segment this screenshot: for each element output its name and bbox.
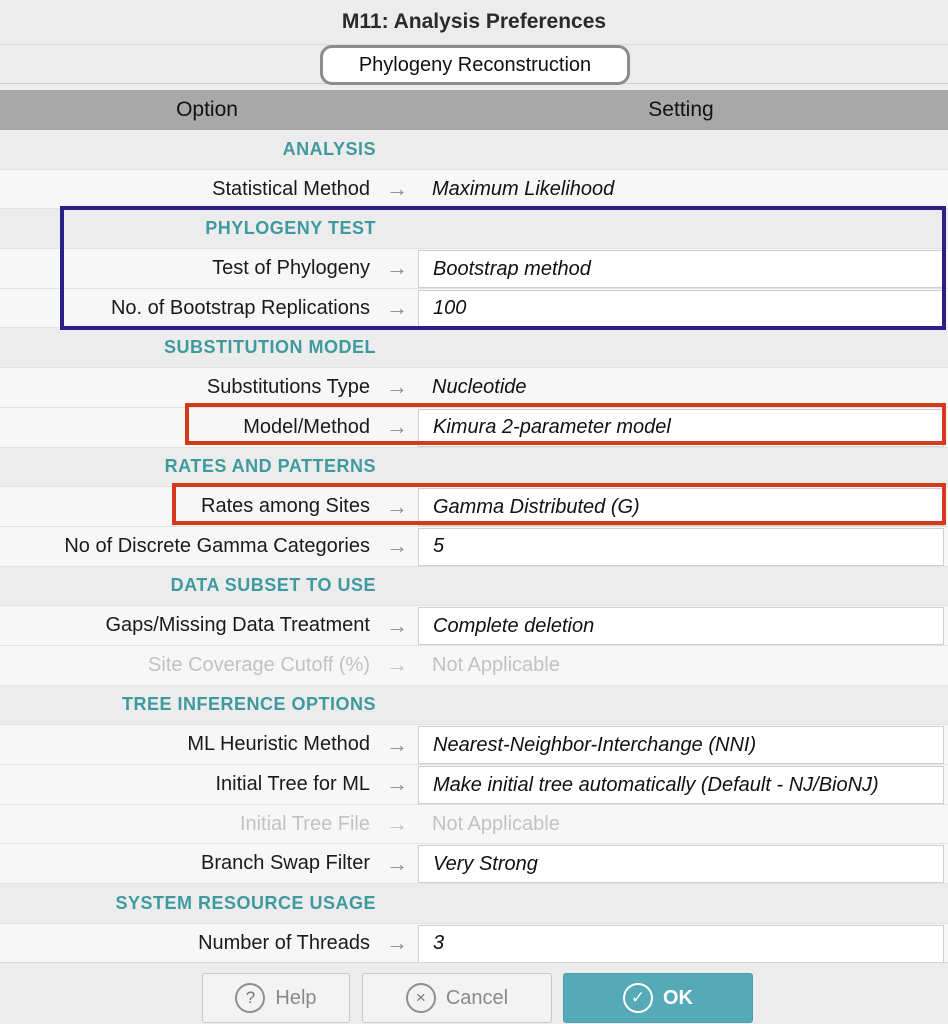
arrow-right-icon: →	[386, 176, 408, 202]
option-label: Model/Method	[243, 415, 370, 438]
section-label: ANALYSIS	[282, 138, 376, 159]
site-coverage-cutoff-value: Not Applicable	[432, 653, 560, 676]
row-test-of-phylogeny: Test of Phylogeny → Bootstrap method	[0, 249, 948, 289]
check-icon: ✓	[623, 983, 653, 1013]
option-label: Statistical Method	[212, 177, 370, 200]
number-of-threads-input[interactable]: 3	[418, 924, 944, 963]
arrow-right-icon: →	[386, 612, 408, 638]
arrow-right-icon: →	[386, 731, 408, 757]
cancel-button[interactable]: × Cancel	[362, 973, 552, 1023]
arrow-right-icon: →	[386, 414, 408, 440]
section-rates-and-patterns: RATES AND PATTERNS	[0, 447, 948, 488]
option-label: Branch Swap Filter	[201, 852, 370, 875]
substitutions-type-value: Nucleotide	[432, 375, 527, 398]
tab-strip: Phylogeny Reconstruction	[0, 44, 948, 90]
cancel-button-label: Cancel	[445, 986, 509, 1009]
row-rates-among-sites: Rates among Sites → Gamma Distributed (G…	[0, 487, 948, 527]
option-label: Gaps/Missing Data Treatment	[105, 614, 370, 637]
option-label: ML Heuristic Method	[187, 733, 370, 756]
section-system-resource-usage: SYSTEM RESOURCE USAGE	[0, 884, 948, 924]
bootstrap-replications-input[interactable]: 100	[418, 289, 944, 328]
arrow-right-icon: →	[386, 771, 408, 797]
dialog-footer: ? Help × Cancel ✓ OK	[0, 962, 948, 1024]
arrow-right-icon: →	[386, 533, 408, 559]
row-gaps-missing-data: Gaps/Missing Data Treatment → Complete d…	[0, 606, 948, 646]
row-model-method: Model/Method → Kimura 2-parameter model	[0, 407, 948, 448]
row-number-of-threads: Number of Threads → 3	[0, 923, 948, 964]
rates-among-sites-select[interactable]: Gamma Distributed (G)	[418, 488, 944, 527]
close-icon: ×	[405, 983, 436, 1013]
row-site-coverage-cutoff: Site Coverage Cutoff (%) → Not Applicabl…	[0, 645, 948, 686]
row-bootstrap-replications: No. of Bootstrap Replications → 100	[0, 288, 948, 329]
initial-tree-file-value: Not Applicable	[432, 812, 560, 835]
setting-column-header: Setting	[648, 98, 714, 121]
section-label: SYSTEM RESOURCE USAGE	[115, 892, 376, 913]
preferences-grid: ANALYSIS Statistical Method → Maximum Li…	[0, 130, 948, 964]
row-gamma-categories: No of Discrete Gamma Categories → 5	[0, 526, 948, 567]
option-column-header: Option	[176, 98, 238, 121]
model-method-select[interactable]: Kimura 2-parameter model	[418, 408, 944, 447]
section-phylogeny-test: PHYLOGENY TEST	[0, 209, 948, 250]
gaps-missing-data-select[interactable]: Complete deletion	[418, 607, 944, 646]
help-button-label: Help	[275, 986, 317, 1009]
row-initial-tree-file: Initial Tree File → Not Applicable	[0, 804, 948, 845]
option-label: No. of Bootstrap Replications	[110, 296, 370, 319]
arrow-right-icon: →	[386, 374, 408, 400]
row-ml-heuristic-method: ML Heuristic Method → Nearest-Neighbor-I…	[0, 725, 948, 765]
branch-swap-filter-select[interactable]: Very Strong	[418, 845, 944, 884]
section-label: RATES AND PATTERNS	[164, 456, 376, 477]
row-initial-tree-for-ml: Initial Tree for ML → Make initial tree …	[0, 765, 948, 805]
section-substitution-model: SUBSTITUTION MODEL	[0, 328, 948, 369]
statistical-method-value: Maximum Likelihood	[432, 177, 615, 200]
section-label: PHYLOGENY TEST	[205, 218, 376, 239]
arrow-right-icon: →	[386, 930, 408, 956]
option-label: Initial Tree File	[239, 812, 370, 835]
ok-button-label: OK	[663, 986, 693, 1009]
arrow-right-icon: →	[386, 493, 408, 519]
initial-tree-for-ml-select[interactable]: Make initial tree automatically (Default…	[418, 766, 944, 804]
section-tree-inference-options: TREE INFERENCE OPTIONS	[0, 685, 948, 726]
help-icon: ?	[235, 983, 266, 1013]
tab-phylogeny-reconstruction[interactable]: Phylogeny Reconstruction	[320, 45, 630, 85]
arrow-right-icon: →	[386, 295, 408, 321]
window-title: M11: Analysis Preferences	[0, 0, 948, 44]
option-label: Rates among Sites	[201, 495, 370, 518]
grid-header: Option Setting	[0, 90, 948, 130]
option-label: Initial Tree for ML	[215, 772, 370, 795]
ok-button[interactable]: ✓ OK	[563, 973, 753, 1023]
option-label: Substitutions Type	[206, 375, 370, 398]
option-label: Number of Threads	[198, 931, 370, 954]
option-label: No of Discrete Gamma Categories	[64, 534, 370, 557]
arrow-right-icon: →	[386, 255, 408, 281]
section-label: SUBSTITUTION MODEL	[164, 337, 376, 358]
row-substitutions-type: Substitutions Type → Nucleotide	[0, 368, 948, 408]
section-label: DATA SUBSET TO USE	[170, 575, 376, 596]
arrow-right-icon: →	[386, 652, 408, 678]
section-analysis: ANALYSIS	[0, 130, 948, 170]
option-label: Test of Phylogeny	[212, 256, 370, 279]
arrow-right-icon: →	[386, 850, 408, 876]
section-data-subset: DATA SUBSET TO USE	[0, 566, 948, 607]
section-label: TREE INFERENCE OPTIONS	[121, 694, 376, 715]
help-button[interactable]: ? Help	[202, 973, 350, 1023]
row-branch-swap-filter: Branch Swap Filter → Very Strong	[0, 844, 948, 885]
gamma-categories-input[interactable]: 5	[418, 527, 944, 566]
row-statistical-method: Statistical Method → Maximum Likelihood	[0, 169, 948, 210]
test-of-phylogeny-select[interactable]: Bootstrap method	[418, 250, 944, 289]
option-label: Site Coverage Cutoff (%)	[148, 653, 370, 676]
arrow-right-icon: →	[386, 811, 408, 837]
ml-heuristic-method-select[interactable]: Nearest-Neighbor-Interchange (NNI)	[418, 726, 944, 765]
